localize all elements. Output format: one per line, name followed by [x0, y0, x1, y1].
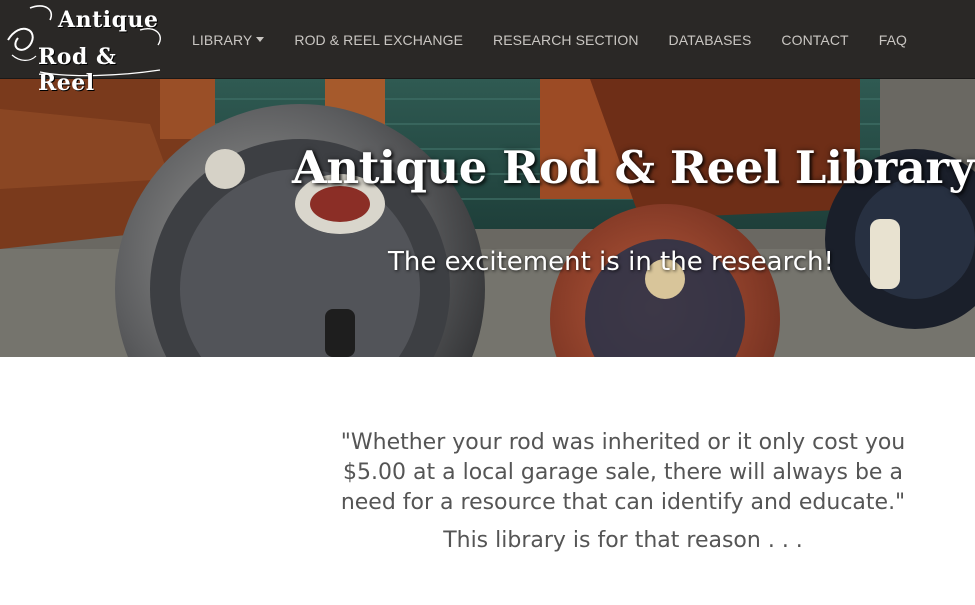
site-logo[interactable]: Antique Rod & Reel — [0, 0, 175, 96]
nav-item-contact[interactable]: CONTACT — [781, 32, 848, 48]
caret-down-icon — [256, 37, 265, 42]
nav-item-faq[interactable]: FAQ — [879, 32, 907, 48]
logo-text-line2: Rod & Reel — [38, 44, 117, 96]
nav-item-databases[interactable]: DATABASES — [669, 32, 752, 48]
navbar: Antique Rod & Reel LIBRARY ROD & REEL EX… — [0, 0, 975, 96]
nav-item-library[interactable]: LIBRARY — [192, 31, 265, 48]
intro-tagline: This library is for that reason . . . — [443, 528, 803, 553]
hero-background-image — [0, 79, 975, 357]
logo-text-line1: Antique — [58, 7, 159, 33]
hero-subtitle: The excitement is in the research! — [388, 247, 834, 277]
nav-item-research-section[interactable]: RESEARCH SECTION — [493, 32, 639, 48]
intro-quote: "Whether your rod was inherited or it on… — [340, 430, 906, 515]
nav-item-rod-reel-exchange[interactable]: ROD & REEL EXCHANGE — [294, 32, 463, 48]
hero-title: Antique Rod & Reel Library — [292, 141, 975, 194]
nav-item-label: LIBRARY — [192, 31, 253, 48]
main-nav: LIBRARY ROD & REEL EXCHANGE RESEARCH SEC… — [192, 0, 937, 79]
hero-banner: Antique Rod & Reel Library The excitemen… — [0, 79, 975, 357]
